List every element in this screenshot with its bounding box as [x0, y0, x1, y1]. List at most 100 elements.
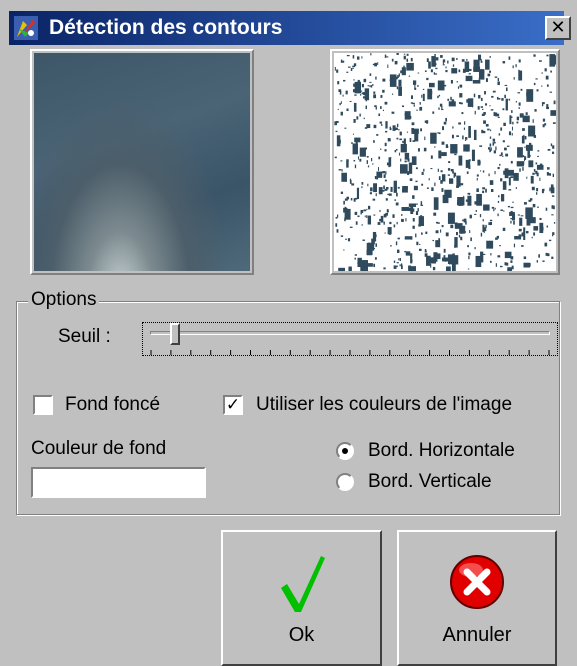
background-color-label: Couleur de fond	[31, 438, 167, 459]
ok-button[interactable]: Ok	[221, 530, 382, 666]
edge-speckle	[406, 58, 409, 62]
edge-speckle	[361, 186, 363, 189]
edge-speckle	[495, 146, 497, 151]
edge-speckle	[373, 214, 376, 216]
edge-speckle	[405, 218, 407, 222]
edge-speckle	[523, 202, 527, 205]
edge-speckle	[528, 125, 536, 137]
close-button[interactable]: ✕	[545, 16, 571, 40]
edge-speckle	[352, 67, 354, 69]
edge-speckle	[492, 138, 496, 142]
edge-speckle	[340, 59, 343, 63]
edge-speckle	[395, 241, 398, 246]
horizontal-edge-radio[interactable]	[336, 442, 354, 460]
edge-speckle	[432, 239, 434, 242]
edge-speckle	[465, 199, 469, 202]
edge-speckle	[497, 116, 500, 119]
edge-speckle	[504, 94, 506, 99]
edge-speckle	[395, 127, 398, 131]
edge-speckle	[412, 218, 415, 222]
edge-speckle	[433, 197, 439, 210]
edge-speckle	[518, 102, 521, 106]
edge-speckle	[510, 116, 513, 119]
edge-speckle	[456, 80, 458, 83]
edge-speckle	[458, 155, 463, 166]
edge-speckle	[451, 263, 456, 272]
edge-speckle	[537, 150, 540, 152]
edge-detection-dialog: Détection des contours ✕ Options Seuil :…	[0, 0, 577, 666]
close-icon: ✕	[550, 17, 566, 38]
edge-speckle	[476, 188, 479, 192]
edge-speckle	[460, 183, 464, 186]
edge-speckle	[359, 113, 361, 117]
edge-speckle	[349, 180, 352, 184]
edge-speckle	[489, 149, 491, 153]
edge-speckle	[545, 75, 549, 80]
edge-speckle	[494, 76, 498, 78]
edge-speckle	[375, 243, 378, 247]
edge-speckle	[346, 108, 349, 112]
checkmark-icon: ✓	[225, 395, 241, 415]
edge-speckle	[510, 160, 513, 164]
edge-speckle	[386, 186, 389, 190]
edge-speckle	[365, 105, 368, 110]
edge-speckle	[491, 95, 494, 98]
edge-speckle	[458, 69, 461, 73]
edge-speckle	[389, 245, 392, 247]
edge-speckle	[489, 221, 493, 225]
edge-speckle	[335, 223, 338, 227]
edge-speckle	[550, 110, 556, 116]
edge-speckle	[366, 160, 368, 164]
edge-speckle	[522, 167, 524, 171]
edge-speckle	[354, 257, 356, 260]
edge-speckle	[389, 126, 391, 129]
edge-speckle	[482, 108, 484, 110]
edge-speckle	[384, 149, 387, 152]
edge-speckle	[455, 231, 458, 236]
edge-speckle	[513, 243, 516, 248]
edge-speckle	[342, 94, 344, 97]
cancel-button[interactable]: Annuler	[397, 530, 557, 666]
use-image-colors-checkbox[interactable]: ✓	[223, 395, 243, 415]
edge-speckle	[336, 69, 339, 73]
title-bar[interactable]: Détection des contours ✕	[9, 11, 571, 45]
edge-speckle	[485, 224, 487, 229]
edge-speckle	[454, 223, 463, 229]
cancel-button-label: Annuler	[442, 624, 512, 646]
edge-speckle	[383, 185, 385, 190]
edge-speckle	[386, 56, 389, 58]
edge-speckle	[438, 238, 440, 242]
edge-speckle	[414, 130, 419, 142]
edge-speckle	[533, 226, 539, 231]
edge-speckle	[518, 59, 521, 63]
edge-speckle	[424, 136, 426, 141]
edge-speckle	[442, 64, 445, 66]
edge-speckle	[424, 250, 427, 253]
edge-speckle	[549, 187, 551, 192]
edge-speckle	[361, 56, 363, 59]
vertical-edge-radio[interactable]	[336, 473, 354, 491]
edge-speckle	[483, 112, 486, 115]
edge-speckle	[401, 168, 404, 171]
edge-speckle	[433, 72, 436, 75]
dark-background-checkbox[interactable]	[33, 395, 53, 415]
edge-speckle	[482, 253, 486, 255]
edge-speckle	[380, 148, 382, 150]
edge-speckle	[396, 123, 399, 127]
background-color-field[interactable]	[31, 467, 206, 498]
threshold-slider-thumb[interactable]	[169, 323, 180, 345]
edge-speckle	[416, 109, 418, 111]
edge-speckle	[390, 186, 393, 192]
edge-speckle	[462, 68, 465, 72]
edge-speckle	[440, 229, 442, 233]
edge-speckle	[495, 263, 497, 267]
edge-speckle	[372, 198, 376, 201]
edge-speckle	[435, 57, 439, 61]
edge-speckle	[356, 56, 360, 60]
edge-speckle	[415, 233, 417, 238]
edge-speckle	[363, 78, 367, 83]
edge-speckle	[404, 160, 407, 163]
edge-speckle	[541, 85, 543, 87]
edge-speckle	[384, 142, 387, 147]
edge-speckle	[459, 84, 463, 88]
